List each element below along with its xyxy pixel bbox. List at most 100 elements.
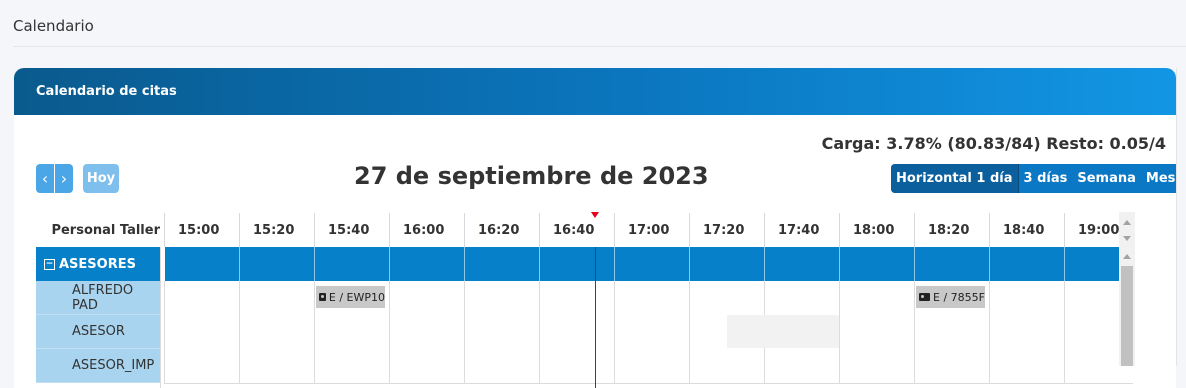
time-slot-label: 15:20: [253, 222, 295, 238]
resource-timeline-row[interactable]: [164, 315, 1133, 350]
group-column-divider: [389, 247, 390, 281]
slot-divider: [389, 349, 390, 383]
chevron-right-icon: ›: [60, 169, 68, 188]
appointment-event[interactable]: E / 7855F: [916, 286, 985, 308]
slot-divider: [689, 349, 690, 383]
slot-divider: [689, 315, 690, 349]
time-slot-label: 15:00: [178, 222, 220, 238]
blocked-slot: [726, 315, 839, 348]
slot-divider: [839, 349, 840, 383]
group-column-divider: [539, 247, 540, 281]
time-slot-label: 16:20: [478, 222, 520, 238]
slot-divider: [539, 281, 540, 315]
slot-divider: [539, 315, 540, 349]
slot-divider: [839, 315, 840, 349]
slot-divider: [614, 349, 615, 383]
slot-divider: [614, 315, 615, 349]
time-column-divider: [614, 213, 615, 247]
time-slot-label: 18:20: [928, 222, 970, 238]
appointment-event[interactable]: E / EWP10: [316, 286, 385, 308]
scroll-up-inner-icon[interactable]: [1123, 254, 1131, 259]
view-month-button[interactable]: Mes: [1141, 164, 1176, 193]
vertical-scrollbar[interactable]: [1119, 212, 1135, 366]
resource-timeline-row[interactable]: [164, 281, 1133, 316]
time-column-divider: [689, 213, 690, 247]
scheduler-grid: Personal Taller 15:00 15:20 15:40 16:00 16:2…: [36, 212, 1156, 388]
time-slot-label: 16:00: [403, 222, 445, 238]
workload-summary: Carga: 3.78% (80.83/84) Resto: 0.05/4: [821, 134, 1166, 153]
group-column-divider: [464, 247, 465, 281]
slot-divider: [989, 281, 990, 315]
slot-divider: [614, 281, 615, 315]
time-slot-label: 17:00: [628, 222, 670, 238]
collapse-toggle-icon[interactable]: −: [44, 258, 55, 270]
time-column-divider: [464, 213, 465, 247]
id-card-icon: [919, 293, 930, 301]
slot-divider: [164, 315, 165, 349]
slot-divider: [239, 349, 240, 383]
page-title: Calendario: [13, 17, 94, 35]
slot-divider: [464, 281, 465, 315]
time-slot-label: 17:20: [703, 222, 745, 238]
slot-divider: [389, 281, 390, 315]
appointment-label: E / EWP10: [328, 290, 385, 304]
group-column-divider: [239, 247, 240, 281]
scroll-down-icon[interactable]: [1123, 236, 1131, 241]
time-slot-label: 17:40: [778, 222, 820, 238]
view-horizontal-day-button[interactable]: Horizontal 1 día: [891, 164, 1019, 193]
resource-name[interactable]: ASESOR: [36, 315, 160, 349]
slot-divider: [914, 281, 915, 315]
time-slot-label: 18:00: [853, 222, 895, 238]
time-column-divider: [839, 213, 840, 247]
time-slot-label: 18:40: [1003, 222, 1045, 238]
time-slot-label: 19:00: [1078, 222, 1120, 238]
scroll-up-icon[interactable]: [1123, 220, 1131, 225]
slot-divider: [464, 315, 465, 349]
slot-divider: [239, 281, 240, 315]
slot-divider: [989, 349, 990, 383]
slot-divider: [389, 315, 390, 349]
slot-divider: [914, 349, 915, 383]
calendar-card: Calendario de citas Carga: 3.78% (80.83/…: [14, 68, 1176, 388]
resource-name[interactable]: ASESOR_IMP: [36, 349, 160, 383]
prev-day-button[interactable]: ‹: [36, 164, 55, 193]
slot-divider: [689, 281, 690, 315]
today-button[interactable]: Hoy: [83, 164, 119, 193]
slot-divider: [1064, 315, 1065, 349]
resource-name[interactable]: ALFREDO PAD: [36, 281, 160, 315]
time-column-divider: [1064, 213, 1065, 247]
time-slot-label: 16:40: [553, 222, 595, 238]
view-switcher: Horizontal 1 día 3 días Semana Mes: [891, 164, 1176, 193]
current-time-line: [595, 247, 597, 388]
time-column-divider: [389, 213, 390, 247]
group-column-divider: [989, 247, 990, 281]
group-row-asesores[interactable]: − ASESORES: [36, 247, 1133, 281]
page-edge: [1176, 68, 1177, 366]
slot-divider: [914, 315, 915, 349]
slot-divider: [314, 281, 315, 315]
slot-divider: [839, 281, 840, 315]
resource-column-header: Personal Taller: [51, 222, 160, 238]
time-column-divider: [239, 213, 240, 247]
time-column-divider: [314, 213, 315, 247]
card-title: Calendario de citas: [36, 84, 177, 99]
title-divider: [13, 46, 1186, 47]
current-time-marker-icon: [591, 212, 600, 218]
next-day-button[interactable]: ›: [55, 164, 73, 193]
slot-divider: [314, 315, 315, 349]
view-3-days-button[interactable]: 3 días: [1019, 164, 1073, 193]
time-column-divider: [764, 213, 765, 247]
group-label: − ASESORES: [44, 247, 136, 281]
resource-timeline-row[interactable]: [164, 349, 1133, 384]
time-slot-label: 15:40: [328, 222, 370, 238]
time-column-divider: [914, 213, 915, 247]
date-title: 27 de septiembre de 2023: [354, 162, 709, 190]
group-column-divider: [1064, 247, 1065, 281]
chevron-left-icon: ‹: [41, 169, 49, 188]
group-column-divider: [839, 247, 840, 281]
scrollbar-thumb[interactable]: [1121, 266, 1133, 366]
slot-divider: [164, 281, 165, 315]
view-week-button[interactable]: Semana: [1072, 164, 1141, 193]
group-column-divider: [764, 247, 765, 281]
group-name: ASESORES: [59, 256, 136, 272]
